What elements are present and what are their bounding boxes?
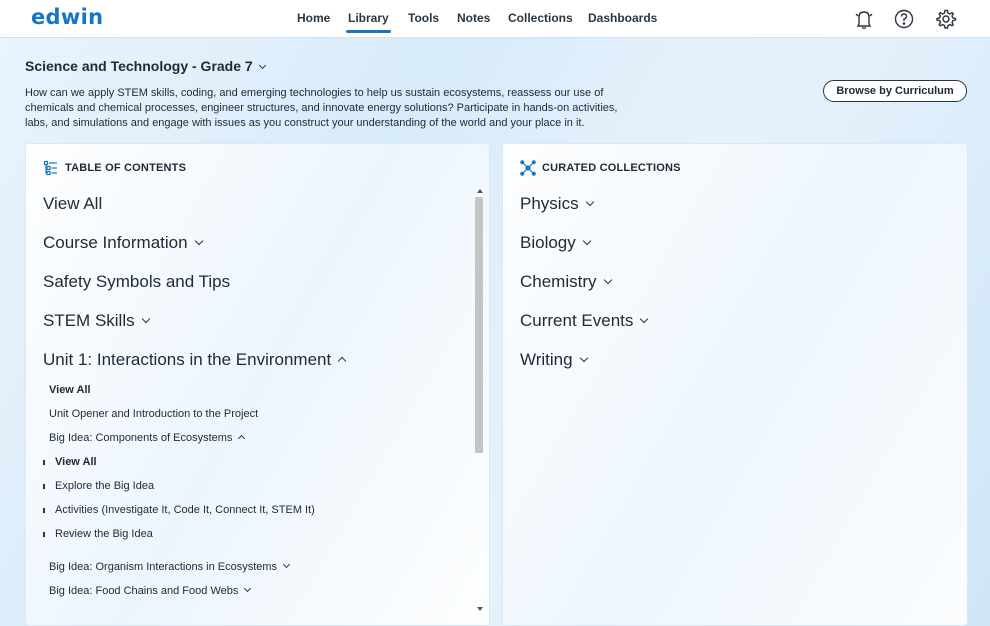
scroll-down-arrow-icon[interactable] (477, 607, 483, 611)
chevron-down-icon (244, 584, 252, 593)
chevron-down-icon (640, 314, 649, 324)
collection-writing[interactable]: Writing (520, 350, 588, 370)
list-bullet (43, 532, 45, 537)
chevron-down-icon (582, 236, 592, 246)
chevron-down-icon (579, 353, 588, 363)
activities-link[interactable]: Activities (Investigate It, Code It, Con… (55, 504, 315, 516)
toc-item-course-information[interactable]: Course Information (43, 233, 203, 253)
big-idea-food-chains[interactable]: Big Idea: Food Chains and Food Webs (49, 584, 252, 597)
explore-the-big-idea[interactable]: Explore the Big Idea (55, 480, 154, 492)
toc-item-safety-symbols[interactable]: Safety Symbols and Tips (43, 272, 230, 292)
nav-home[interactable]: Home (297, 11, 330, 25)
toc-item-label: Course Information (43, 233, 188, 252)
toc-item-label: STEM Skills (43, 311, 135, 330)
collection-label: Chemistry (520, 272, 597, 291)
toc-item-label: View All (43, 194, 103, 213)
table-of-contents-icon (43, 160, 59, 176)
toc-item-unit-1[interactable]: Unit 1: Interactions in the Environment (43, 350, 347, 370)
big-idea-organism-interactions[interactable]: Big Idea: Organism Interactions in Ecosy… (49, 560, 291, 573)
review-the-big-idea[interactable]: Review the Big Idea (55, 528, 153, 540)
edwin-logo[interactable]: edwin (31, 5, 103, 29)
toc-heading: TABLE OF CONTENTS (65, 162, 187, 174)
chevron-down-icon (283, 560, 291, 569)
chevron-up-icon (337, 356, 347, 366)
big-idea-1-view-all[interactable]: View All (55, 456, 97, 468)
list-bullet (43, 484, 45, 489)
toc-item-view-all[interactable]: View All (43, 194, 102, 214)
chevron-down-icon (258, 61, 266, 70)
unit1-view-all[interactable]: View All (49, 384, 91, 396)
toc-item-label: Safety Symbols and Tips (43, 272, 231, 291)
collection-label: Writing (520, 350, 573, 369)
nav-collections[interactable]: Collections (508, 11, 573, 25)
collections-heading: CURATED COLLECTIONS (542, 162, 681, 174)
big-idea-components[interactable]: Big Idea: Components of Ecosystems (49, 432, 246, 444)
course-title: Science and Technology - Grade 7 (25, 58, 253, 74)
chevron-down-icon (141, 314, 150, 324)
toc-item-label: Unit 1: Interactions in the Environment (43, 350, 332, 369)
toc-header: TABLE OF CONTENTS (43, 159, 186, 177)
collection-physics[interactable]: Physics (520, 194, 594, 214)
nav-notes[interactable]: Notes (457, 11, 490, 25)
chevron-down-icon (585, 197, 594, 207)
help-icon[interactable] (893, 8, 915, 30)
collection-label: Current Events (520, 311, 634, 330)
browse-by-curriculum-button[interactable]: Browse by Curriculum (823, 80, 967, 102)
nav-library[interactable]: Library (346, 11, 391, 33)
course-title-dropdown[interactable]: Science and Technology - Grade 7 (25, 58, 266, 74)
settings-gear-icon[interactable] (935, 8, 957, 30)
scroll-up-arrow-icon[interactable] (477, 189, 483, 193)
big-idea-label: Big Idea: Food Chains and Food Webs (49, 585, 239, 597)
unit1-opener[interactable]: Unit Opener and Introduction to the Proj… (49, 408, 258, 420)
collection-chemistry[interactable]: Chemistry (520, 272, 612, 292)
chevron-down-icon (603, 275, 612, 285)
chevron-down-icon (194, 236, 203, 246)
big-idea-label: Big Idea: Organism Interactions in Ecosy… (49, 561, 278, 573)
toc-scroll-area[interactable]: TABLE OF CONTENTS View All Course Inform… (26, 144, 491, 614)
course-description: How can we apply STEM skills, coding, an… (25, 87, 618, 129)
nav-tools[interactable]: Tools (408, 11, 439, 25)
collection-current-events[interactable]: Current Events (520, 311, 649, 331)
collections-header: CURATED COLLECTIONS (520, 159, 681, 177)
nav-dashboards[interactable]: Dashboards (588, 11, 657, 25)
toc-scrollbar[interactable] (475, 189, 483, 611)
collection-label: Physics (520, 194, 579, 213)
list-bullet (43, 508, 45, 513)
notification-bell-icon[interactable] (853, 8, 875, 30)
collections-network-icon (520, 160, 536, 176)
table-of-contents-panel: TABLE OF CONTENTS View All Course Inform… (25, 143, 490, 626)
toc-item-stem-skills[interactable]: STEM Skills (43, 311, 150, 331)
scrollbar-thumb[interactable] (475, 197, 483, 453)
list-bullet (43, 460, 45, 465)
collection-biology[interactable]: Biology (520, 233, 592, 253)
curated-collections-panel: CURATED COLLECTIONS Physics Biology Chem… (502, 143, 968, 626)
top-navigation-bar: edwin Home Library Tools Notes Collectio… (0, 0, 990, 38)
chevron-up-icon (238, 434, 246, 443)
collection-label: Biology (520, 233, 576, 252)
big-idea-label: Big Idea: Components of Ecosystems (49, 432, 233, 444)
